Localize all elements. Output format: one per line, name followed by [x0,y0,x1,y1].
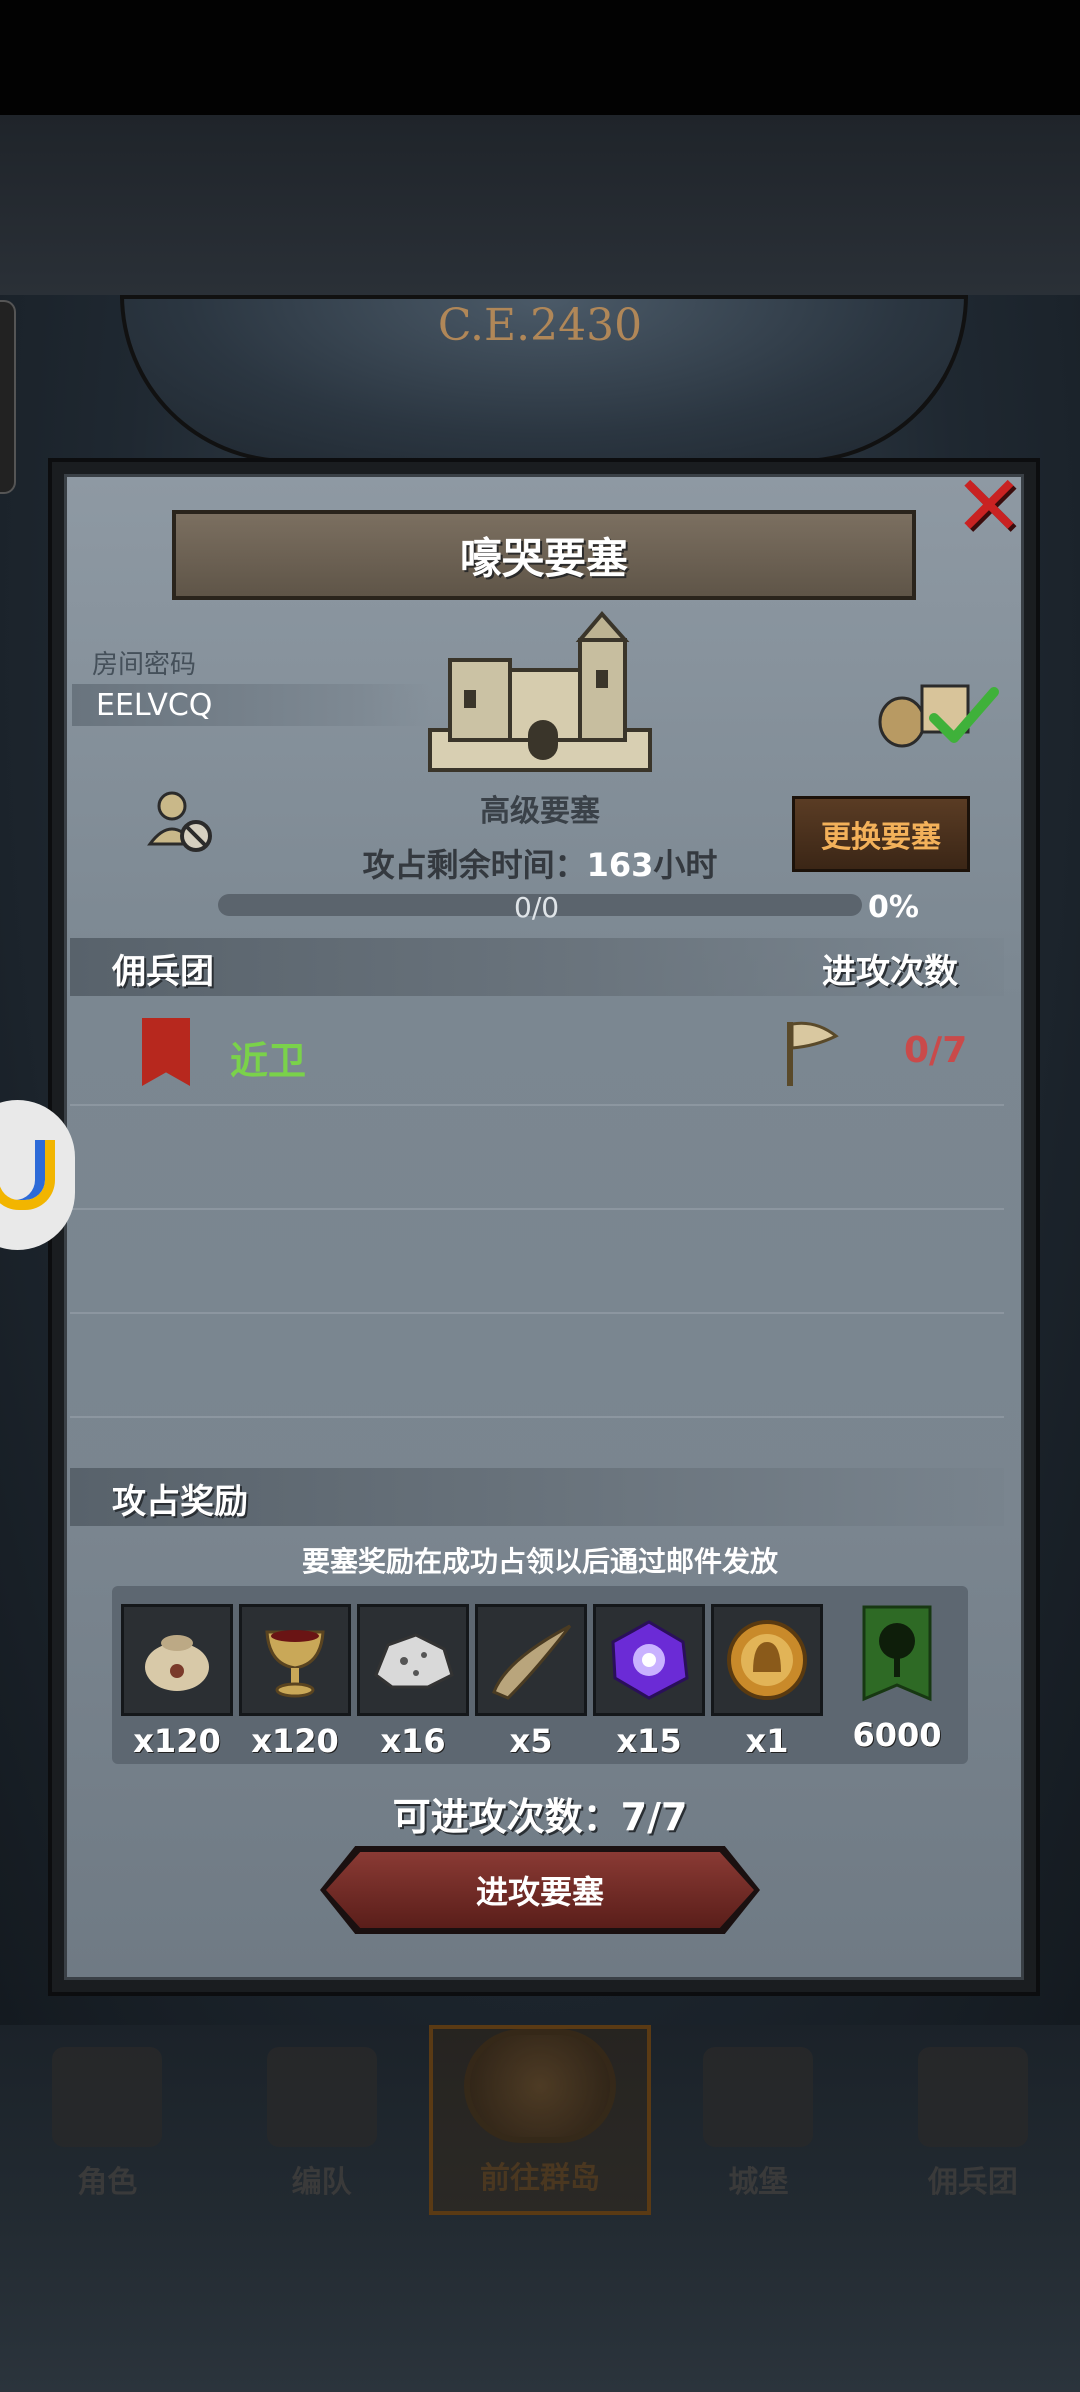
available-attacks: 可进攻次数：7/7 [0,1786,1080,1841]
row-divider [70,1312,1004,1314]
mercenary-icon [917,2047,1028,2147]
reward-item[interactable]: x15 [593,1604,705,1760]
time-remaining-value: 163 [586,846,654,884]
mercenary-name[interactable]: 近卫 [230,1030,306,1085]
mercenary-attempts: 0/7 [904,1030,968,1071]
castle-icon [703,2047,814,2147]
mercenary-header: 佣兵团 [112,952,214,992]
era-label: C.E.2430 [437,300,643,351]
bottom-nav: 角色 编队 前往群岛 城堡 佣兵团 [0,2025,1080,2215]
reward-qty: 6000 [852,1716,942,1754]
nav-item-formation[interactable]: 编队 [214,2025,428,2215]
side-drawer-handle[interactable] [0,300,16,494]
knight-icon [52,2047,163,2147]
purple-crystal-icon [593,1604,705,1716]
close-x-icon[interactable]: ✕ [945,457,1033,555]
reward-qty: x15 [616,1722,682,1760]
reward-qty: x5 [509,1722,553,1760]
attack-fortress-button[interactable]: 进攻要塞 [326,1852,754,1928]
time-remaining-unit: 小时 [653,846,718,884]
tree-banner-icon [844,1604,950,1710]
capture-progress-text: 0/0 [514,891,560,924]
nav-label: 城堡 [728,2165,789,2200]
row-divider [70,1104,1004,1106]
reward-item[interactable]: x5 [475,1604,587,1760]
reward-qty: x1 [745,1722,789,1760]
nav-label: 角色 [77,2165,138,2200]
assistant-icon [0,1140,55,1210]
nav-label: 前往群岛 [480,2161,601,2196]
attack-count-header: 进攻次数 [822,952,958,992]
row-divider [70,1208,1004,1210]
capture-progress-percent: 0% [868,890,919,925]
rewards-header: 攻占奖励 [112,1482,248,1522]
resource-check-icon[interactable] [872,672,1002,750]
reward-qty: x120 [251,1722,339,1760]
header-background [0,115,1080,295]
nav-item-castle[interactable]: 城堡 [651,2025,865,2215]
chalice-icon [239,1604,351,1716]
reward-item[interactable]: 6000 [842,1604,952,1754]
flag-icon [787,1021,839,1086]
room-code-label: 房间密码 [92,650,197,680]
room-code[interactable]: EELVCQ [96,688,212,723]
sack-icon [121,1604,233,1716]
dialog-title: 嚎哭要塞 [172,510,916,600]
reward-item[interactable]: x120 [121,1604,233,1760]
horn-icon [475,1604,587,1716]
nav-item-mercenary[interactable]: 佣兵团 [866,2025,1080,2215]
available-attacks-label: 可进攻次数： [392,1795,621,1839]
nav-label: 编队 [291,2165,352,2200]
reward-qty: x16 [380,1722,446,1760]
time-remaining-label: 攻占剩余时间： [362,846,587,884]
row-divider [70,1416,1004,1418]
reward-item[interactable]: x120 [239,1604,351,1760]
reward-item[interactable]: x1 [711,1604,823,1760]
nav-item-islands[interactable]: 前往群岛 [428,2025,652,2215]
status-area [0,0,1080,115]
helmet-icon [266,2047,377,2147]
compass-icon [464,2029,617,2143]
gold-coin-icon [711,1604,823,1716]
nav-item-character[interactable]: 角色 [0,2025,214,2215]
time-remaining: 攻占剩余时间：163小时 [0,840,1080,886]
reward-qty: x120 [133,1722,221,1760]
nav-label: 佣兵团 [927,2165,1018,2200]
fortress-castle-icon [428,610,652,772]
reward-note: 要塞奖励在成功占领以后通过邮件发放 [301,1545,778,1578]
ore-icon [357,1604,469,1716]
available-attacks-value: 7/7 [620,1795,688,1839]
reward-item[interactable]: x16 [357,1604,469,1760]
